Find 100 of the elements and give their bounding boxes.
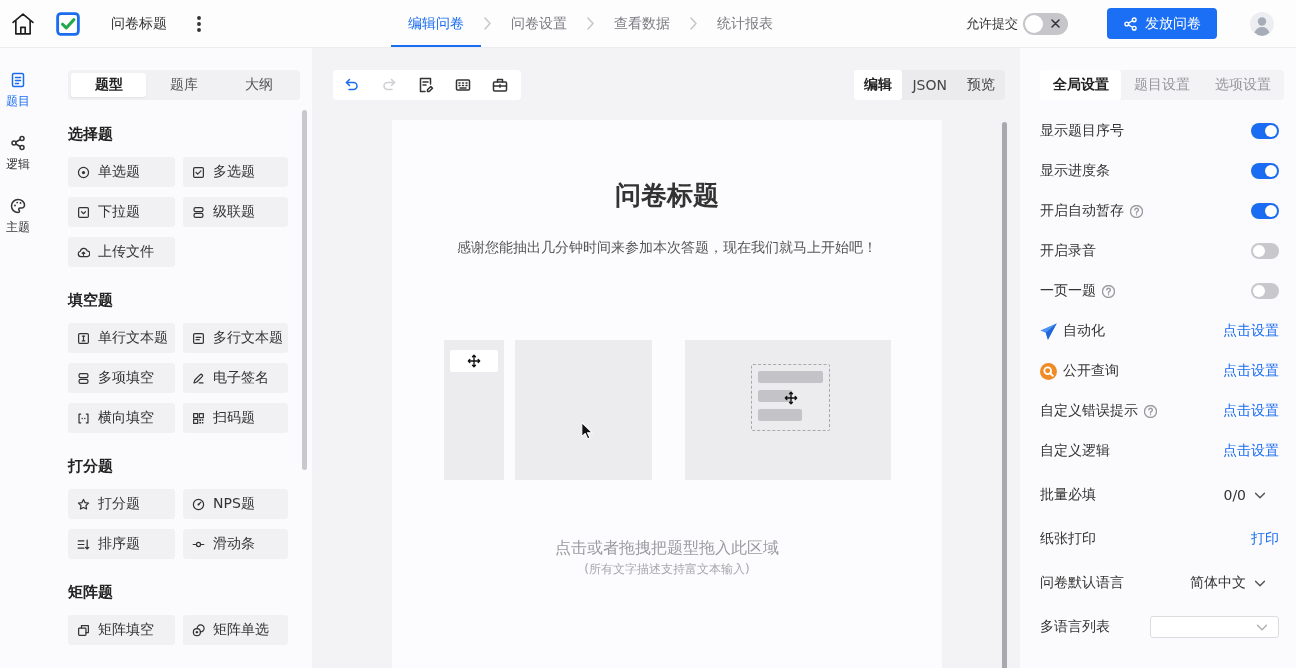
section-heading: 矩阵题 bbox=[68, 582, 114, 603]
question-type-item[interactable]: 单行文本题 bbox=[68, 323, 175, 353]
setting-label: 自定义逻辑 bbox=[1040, 442, 1110, 460]
chevron-down-icon bbox=[1255, 579, 1265, 587]
question-type-item[interactable]: 多行文本题 bbox=[183, 323, 288, 353]
step-tab[interactable]: 问卷设置 bbox=[494, 0, 584, 47]
brackets-icon bbox=[77, 411, 90, 425]
palette-icon bbox=[10, 198, 26, 214]
text-field-icon bbox=[77, 331, 90, 345]
setting-label: 纸张打印 bbox=[1040, 530, 1096, 548]
step-tab[interactable]: 统计报表 bbox=[700, 0, 790, 47]
move-icon bbox=[466, 354, 481, 368]
question-type-item[interactable]: 打分题 bbox=[68, 489, 175, 519]
placeholder-bar bbox=[757, 409, 802, 421]
select-field[interactable]: 0/0 bbox=[1223, 487, 1265, 503]
drop-note: (所有文字描述支持富文本输入) bbox=[584, 561, 750, 577]
stacked-boxes-icon bbox=[77, 371, 90, 385]
rail-tab[interactable]: 逻辑 bbox=[2, 135, 34, 172]
question-type-item[interactable]: 级联题 bbox=[183, 197, 288, 227]
keyboard-icon[interactable] bbox=[455, 77, 471, 93]
checkbox-logo-icon bbox=[56, 11, 80, 36]
question-type-item[interactable]: 上传文件 bbox=[68, 237, 175, 267]
survey-description: 感谢您能抽出几分钟时间来参加本次答题，现在我们就马上开始吧！ bbox=[457, 238, 877, 257]
settings-tab[interactable]: 全局设置 bbox=[1040, 70, 1122, 100]
stacked-boxes-icon bbox=[192, 205, 205, 219]
toggle-switch[interactable] bbox=[1251, 163, 1279, 179]
sort-icon bbox=[77, 537, 90, 551]
share-icon bbox=[1123, 16, 1137, 31]
overlapping-squares-icon bbox=[77, 623, 90, 637]
pointer-cursor-icon bbox=[580, 422, 593, 440]
overlapping-circles-icon bbox=[192, 623, 205, 637]
setup-link[interactable]: 打印 bbox=[1251, 530, 1279, 548]
question-type-item[interactable]: 滑动条 bbox=[183, 529, 288, 559]
view-tab[interactable]: 编辑 bbox=[854, 70, 903, 100]
setting-label: 开启自动暂存 bbox=[1040, 202, 1124, 220]
step-tab[interactable]: 查看数据 bbox=[597, 0, 687, 47]
setup-link[interactable]: 点击设置 bbox=[1223, 322, 1279, 340]
setting-label: 一页一题 bbox=[1040, 282, 1096, 300]
chevron-down-icon bbox=[1257, 623, 1267, 631]
toggle-switch[interactable] bbox=[1251, 203, 1279, 219]
nodes-icon bbox=[10, 135, 26, 151]
survey-title: 问卷标题 bbox=[111, 14, 167, 33]
question-type-item[interactable]: 排序题 bbox=[68, 529, 175, 559]
chevron-right-icon bbox=[484, 17, 491, 30]
question-type-item[interactable]: 多选题 bbox=[183, 157, 288, 187]
radio-icon bbox=[77, 165, 90, 179]
question-type-item[interactable]: 扫码题 bbox=[183, 403, 288, 433]
toggle-switch[interactable] bbox=[1023, 12, 1068, 35]
panel-tab[interactable]: 题型 bbox=[71, 73, 147, 97]
setup-link[interactable]: 点击设置 bbox=[1223, 362, 1279, 380]
toggle-switch[interactable] bbox=[1251, 243, 1279, 259]
section-heading: 填空题 bbox=[68, 290, 114, 311]
multi-select-field[interactable] bbox=[1150, 616, 1279, 638]
switch-label: 允许提交 bbox=[966, 14, 1018, 33]
chevron-down-icon bbox=[1255, 491, 1265, 499]
setting-label: 显示题目序号 bbox=[1040, 122, 1124, 140]
question-type-item[interactable]: 多项填空 bbox=[68, 363, 175, 393]
publish-button[interactable]: 发放问卷 bbox=[1107, 8, 1217, 39]
home-icon[interactable] bbox=[12, 12, 34, 35]
cloud-upload-icon bbox=[77, 245, 90, 259]
chevron-right-icon bbox=[690, 17, 697, 30]
setup-link[interactable]: 点击设置 bbox=[1223, 402, 1279, 420]
checkbox-icon bbox=[192, 165, 205, 179]
move-icon bbox=[783, 391, 798, 405]
search-badge-icon bbox=[1040, 362, 1057, 380]
cross-icon bbox=[1051, 19, 1060, 28]
setup-link[interactable]: 点击设置 bbox=[1223, 442, 1279, 460]
question-type-item[interactable]: 横向填空 bbox=[68, 403, 175, 433]
question-type-item[interactable]: 矩阵单选 bbox=[183, 615, 288, 645]
view-tab[interactable]: JSON bbox=[902, 70, 957, 100]
survey-heading: 问卷标题 bbox=[615, 179, 719, 212]
view-tab[interactable]: 预览 bbox=[957, 70, 1005, 100]
chevron-right-icon bbox=[587, 17, 594, 30]
question-type-item[interactable]: NPS题 bbox=[183, 489, 288, 519]
question-type-item[interactable]: 单选题 bbox=[68, 157, 175, 187]
scrollbar-thumb[interactable] bbox=[1002, 122, 1007, 668]
toolbox-icon[interactable] bbox=[492, 77, 508, 93]
select-field[interactable]: 简体中文 bbox=[1190, 574, 1265, 592]
setting-label: 自动化 bbox=[1063, 322, 1105, 340]
more-icon[interactable] bbox=[197, 15, 201, 32]
rail-tab[interactable]: 主题 bbox=[2, 198, 34, 235]
undo-icon[interactable] bbox=[344, 77, 360, 93]
panel-tab[interactable]: 大纲 bbox=[221, 73, 297, 97]
toggle-switch[interactable] bbox=[1251, 123, 1279, 139]
section-heading: 选择题 bbox=[68, 124, 114, 145]
setting-label: 问卷默认语言 bbox=[1040, 574, 1124, 592]
toggle-switch[interactable] bbox=[1251, 283, 1279, 299]
setting-label: 自定义错误提示 bbox=[1040, 402, 1138, 420]
question-type-item[interactable]: 电子签名 bbox=[183, 363, 288, 393]
drop-hint: 点击或者拖拽把题型拖入此区域 bbox=[555, 537, 779, 559]
panel-tab[interactable]: 题库 bbox=[146, 73, 222, 97]
scrollbar-thumb[interactable] bbox=[302, 110, 307, 470]
placeholder-bar bbox=[757, 371, 823, 383]
rail-tab[interactable]: 题目 bbox=[2, 72, 34, 109]
question-type-item[interactable]: 下拉题 bbox=[68, 197, 175, 227]
gauge-icon bbox=[192, 497, 205, 511]
form-edit-icon[interactable] bbox=[418, 77, 434, 93]
setting-label: 公开查询 bbox=[1063, 362, 1119, 380]
dropdown-icon bbox=[77, 205, 90, 219]
question-type-item[interactable]: 矩阵填空 bbox=[68, 615, 175, 645]
